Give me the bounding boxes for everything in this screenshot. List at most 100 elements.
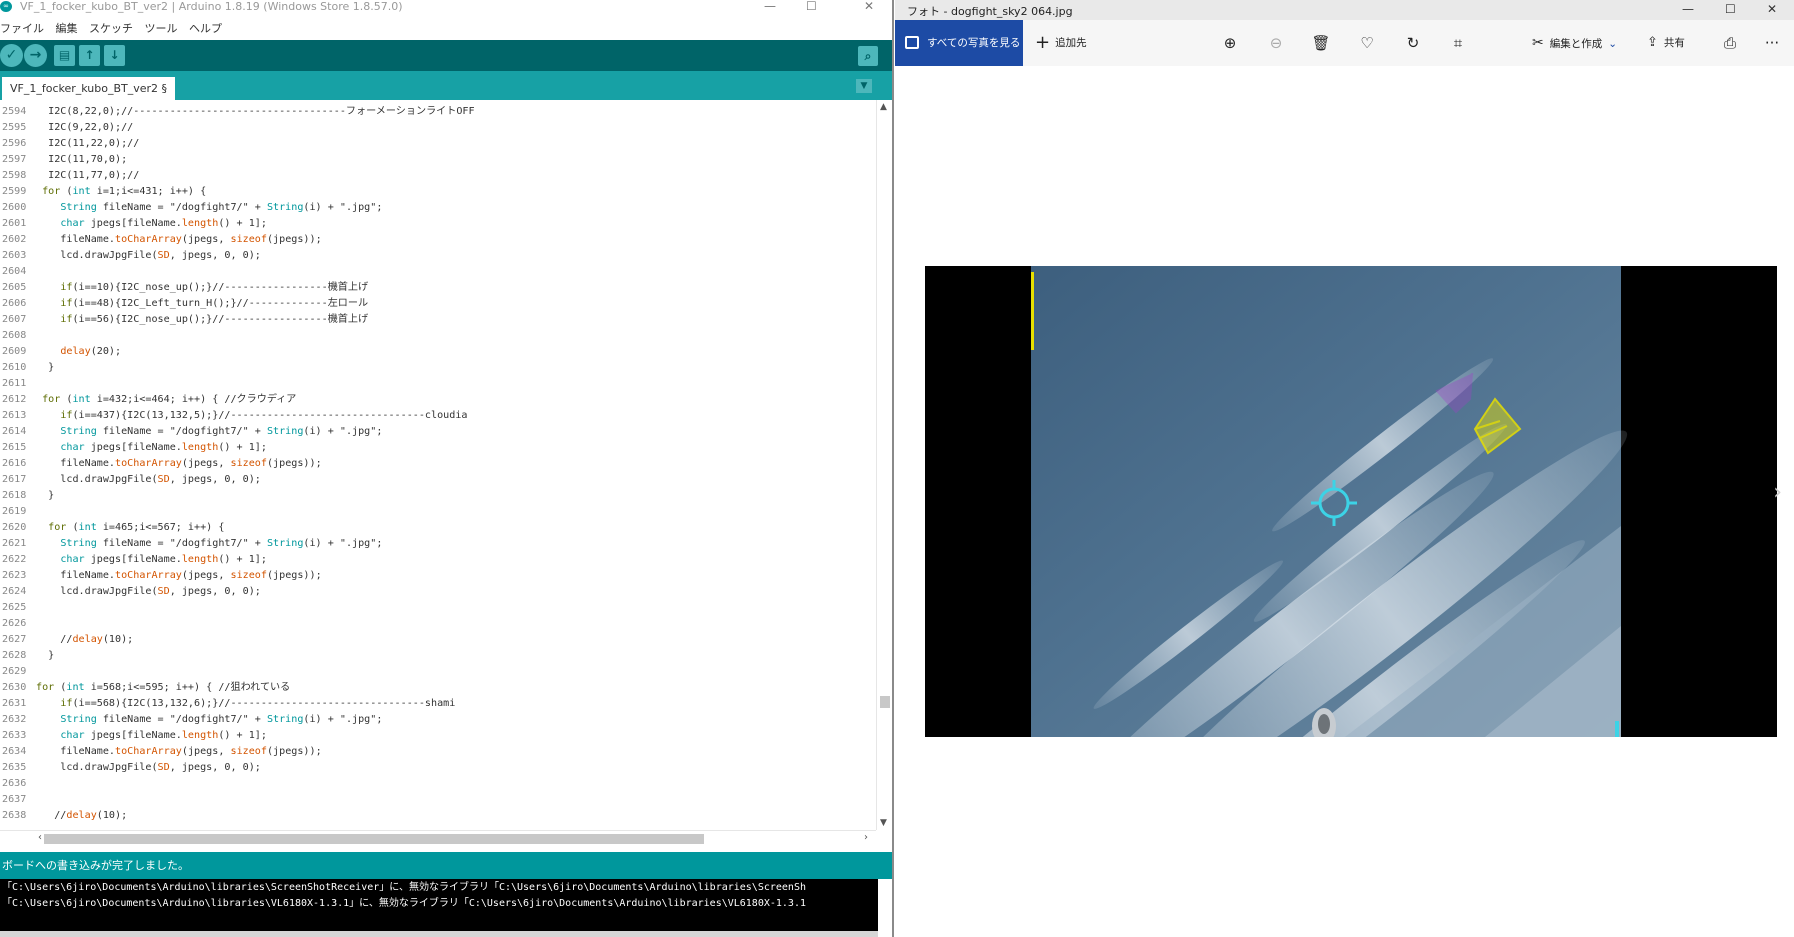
photos-maximize-button[interactable]: ☐ xyxy=(1725,3,1736,15)
arduino-titlebar: ∞ VF_1_focker_kubo_BT_ver2 | Arduino 1.8… xyxy=(0,0,892,14)
menu-sketch[interactable]: スケッチ xyxy=(89,20,133,36)
share-button[interactable]: ⇪ 共有 xyxy=(1647,20,1685,66)
line-number: 2609 xyxy=(2,346,27,357)
line-number: 2635 xyxy=(2,762,27,773)
upload-button[interactable]: → xyxy=(24,44,47,67)
line-number: 2608 xyxy=(2,330,27,341)
scroll-down-icon[interactable]: ▼ xyxy=(880,818,887,828)
rotate-icon[interactable]: ↻ xyxy=(1402,32,1424,54)
next-photo-icon[interactable]: › xyxy=(1773,480,1782,505)
more-options-icon[interactable]: ··· xyxy=(1761,32,1783,54)
crop-icon[interactable]: ⌗ xyxy=(1447,32,1469,54)
code-text: } xyxy=(36,362,55,373)
code-text: String fileName = "/dogfight7/" + String… xyxy=(60,202,383,213)
edit-and-create-button[interactable]: ✂ 編集と作成 ⌄ xyxy=(1532,20,1617,66)
line-number: 2615 xyxy=(2,442,27,453)
edit-and-create-label: 編集と作成 xyxy=(1549,38,1603,50)
scroll-right-icon[interactable]: › xyxy=(864,832,868,843)
photos-minimize-button[interactable]: — xyxy=(1682,3,1694,15)
code-text: char jpegs[fileName.length() + 1]; xyxy=(60,442,267,453)
line-number: 2624 xyxy=(2,586,27,597)
minimize-button[interactable]: — xyxy=(764,0,776,12)
code-text: fileName.toCharArray(jpegs, sizeof(jpegs… xyxy=(36,746,322,757)
line-number: 2610 xyxy=(2,362,27,373)
menu-tools[interactable]: ツール xyxy=(145,20,178,36)
code-text: delay(20); xyxy=(60,346,122,357)
line-number: 2633 xyxy=(2,730,27,741)
menu-file[interactable]: ファイル xyxy=(0,20,44,36)
share-icon: ⇪ xyxy=(1647,35,1658,50)
code-text: lcd.drawJpgFile(SD, jpegs, 0, 0); xyxy=(36,474,261,485)
add-to-button[interactable]: + 追加先 xyxy=(1035,20,1087,66)
menu-help[interactable]: ヘルプ xyxy=(189,20,222,36)
see-all-photos-label: すべての写真を見る xyxy=(927,37,1021,49)
chevron-down-icon: ⌄ xyxy=(1608,38,1618,50)
code-text: lcd.drawJpgFile(SD, jpegs, 0, 0); xyxy=(36,586,261,597)
code-text: if(i==10){I2C_nose_up();}//-------------… xyxy=(60,282,369,293)
editor-vertical-scrollbar[interactable]: ▲ ▼ xyxy=(876,100,892,830)
line-number: 2626 xyxy=(2,618,27,629)
line-number: 2614 xyxy=(2,426,27,437)
line-number: 2594 xyxy=(2,106,27,117)
code-text: fileName.toCharArray(jpegs, sizeof(jpegs… xyxy=(36,458,322,469)
arduino-window: ∞ VF_1_focker_kubo_BT_ver2 | Arduino 1.8… xyxy=(0,0,894,937)
line-number: 2613 xyxy=(2,410,27,421)
code-text: if(i==437){I2C(13,132,5);}//------------… xyxy=(60,410,468,421)
line-number: 2636 xyxy=(2,778,27,789)
line-number: 2595 xyxy=(2,122,27,133)
hscrollbar-thumb[interactable] xyxy=(44,834,704,844)
save-sketch-button[interactable]: ↓ xyxy=(104,45,125,66)
photos-toolbar: すべての写真を見る + 追加先 ⊕ ⊖ 🗑 ♡ ↻ ⌗ ✂ 編集と作成 ⌄ ⇪ 共有 ⎙… xyxy=(895,20,1794,66)
new-sketch-button[interactable]: ▤ xyxy=(54,45,75,66)
editor-horizontal-scrollbar[interactable]: ‹ › xyxy=(0,830,876,846)
verify-button[interactable]: ✓ xyxy=(0,44,23,67)
console-hscrollbar[interactable] xyxy=(0,931,878,937)
print-icon[interactable]: ⎙ xyxy=(1719,32,1741,54)
edit-icon: ✂ xyxy=(1532,35,1544,51)
line-number: 2618 xyxy=(2,490,27,501)
menu-edit[interactable]: 編集 xyxy=(56,20,78,36)
line-number: 2632 xyxy=(2,714,27,725)
code-editor[interactable]: 2593 I2C(11,24,0);//2594 I2C(8,22,0);//-… xyxy=(0,100,876,830)
favorite-icon[interactable]: ♡ xyxy=(1356,32,1378,54)
serial-monitor-button[interactable]: ⌕ xyxy=(858,46,878,66)
scrollbar-thumb[interactable] xyxy=(880,696,890,708)
code-text: lcd.drawJpgFile(SD, jpegs, 0, 0); xyxy=(36,250,261,261)
line-number: 2630 xyxy=(2,682,27,693)
see-all-photos-button[interactable]: すべての写真を見る xyxy=(895,20,1023,66)
plus-icon: + xyxy=(1035,32,1051,53)
code-text: for (int i=1;i<=431; i++) { xyxy=(42,186,207,197)
close-button[interactable]: ✕ xyxy=(864,0,874,12)
line-number: 2616 xyxy=(2,458,27,469)
line-number: 2622 xyxy=(2,554,27,565)
code-text: String fileName = "/dogfight7/" + String… xyxy=(60,426,383,437)
photos-window: フォト - dogfight_sky2 064.jpg — ☐ ✕ すべての写真… xyxy=(895,0,1794,937)
displayed-photo[interactable] xyxy=(925,266,1777,737)
delete-icon[interactable]: 🗑 xyxy=(1310,32,1332,54)
open-sketch-button[interactable]: ↑ xyxy=(79,45,100,66)
line-number: 2606 xyxy=(2,298,27,309)
code-text: if(i==568){I2C(13,132,6);}//------------… xyxy=(60,698,456,709)
tab-menu-icon[interactable]: ▼ xyxy=(856,79,872,93)
photos-window-title: フォト - dogfight_sky2 064.jpg xyxy=(907,5,1073,18)
scroll-left-icon[interactable]: ‹ xyxy=(38,832,42,843)
photo-image xyxy=(925,266,1777,737)
line-number: 2605 xyxy=(2,282,27,293)
console-output[interactable]: 「C:\Users\6jiro\Documents\Arduino\librar… xyxy=(0,879,892,937)
code-text: fileName.toCharArray(jpegs, sizeof(jpegs… xyxy=(36,234,322,245)
line-number: 2628 xyxy=(2,650,27,661)
code-text: } xyxy=(36,490,55,501)
tab-sketch[interactable]: VF_1_focker_kubo_BT_ver2 § xyxy=(2,77,176,100)
photo-icon xyxy=(905,36,919,49)
maximize-button[interactable]: ☐ xyxy=(806,0,817,12)
line-number: 2625 xyxy=(2,602,27,613)
console-scrollbar[interactable] xyxy=(878,879,892,937)
line-number: 2631 xyxy=(2,698,27,709)
line-number: 2600 xyxy=(2,202,27,213)
zoom-out-icon[interactable]: ⊖ xyxy=(1265,32,1287,54)
scroll-up-icon[interactable]: ▲ xyxy=(880,102,887,112)
code-text: I2C(11,77,0);// xyxy=(36,170,140,181)
photos-close-button[interactable]: ✕ xyxy=(1767,3,1777,15)
zoom-in-icon[interactable]: ⊕ xyxy=(1219,32,1241,54)
line-number: 2599 xyxy=(2,186,27,197)
